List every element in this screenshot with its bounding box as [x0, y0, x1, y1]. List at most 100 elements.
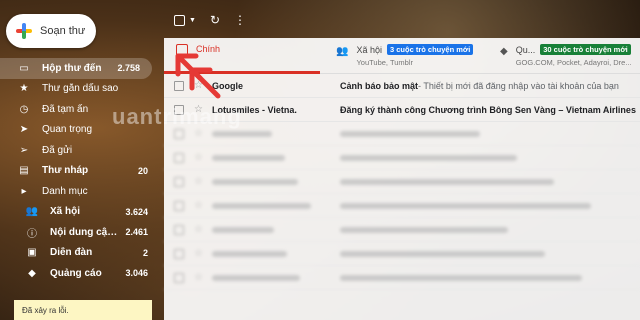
sidebar-item-count: 3.046 [125, 268, 148, 279]
sidebar-item-label: Đã tạm ẩn [42, 103, 89, 115]
sidebar-item-label: Xã hội [50, 206, 81, 218]
row-checkbox[interactable] [174, 104, 184, 115]
star-icon[interactable]: ☆ [194, 200, 204, 211]
star-icon[interactable]: ☆ [194, 176, 204, 187]
tab-social-badge: 3 cuộc trò chuyện mới [386, 44, 474, 55]
blurred-sender [212, 178, 340, 185]
tag-icon: ◆ [28, 267, 36, 279]
tab-social-label: Xã hội [356, 44, 382, 55]
chevron-down-icon[interactable]: ▼ [189, 17, 196, 24]
star-icon[interactable]: ☆ [194, 152, 204, 163]
row-checkbox[interactable] [174, 176, 184, 187]
people-icon: 👥 [336, 46, 349, 57]
sidebar-item-9[interactable]: ▣ Diễn đàn 2 [0, 243, 160, 264]
refresh-icon[interactable]: ↻ [210, 13, 220, 27]
tab-social-senders: YouTube, Tumblr [356, 58, 414, 67]
table-row[interactable]: ☆ Lotusmiles - Vietna. Đăng ký thành công … [164, 98, 640, 122]
draft-icon: ▤ [19, 165, 29, 177]
blurred-subject [340, 130, 480, 137]
sidebar-item-6[interactable]: ▸ Danh mục [0, 181, 160, 202]
star-icon[interactable]: ☆ [194, 80, 204, 91]
star-icon[interactable]: ☆ [194, 128, 204, 139]
sidebar-item-10[interactable]: ◆ Quảng cáo 3.046 [0, 263, 160, 284]
sidebar: Soạn thư ▭ Hộp thư đến 2.758 ★ Thư gắn dấu s… [0, 0, 160, 320]
email-snippet: - Thiết bị mới đã đăng nhập vào tài khoả… [418, 80, 619, 91]
table-row-blurred[interactable]: ☆ [164, 194, 640, 218]
tab-promotions-badge: 30 cuộc trò chuyện mới [540, 44, 631, 55]
row-checkbox[interactable] [174, 248, 184, 259]
sidebar-item-label: Danh mục [42, 185, 88, 197]
tab-promotions[interactable]: ◆ Qu... 30 cuộc trò chuyện mới GOG.COM, … [490, 38, 640, 73]
tag-icon: ◆ [500, 46, 508, 57]
row-checkbox[interactable] [174, 272, 184, 283]
send-icon: ➢ [19, 144, 29, 156]
sidebar-item-1[interactable]: ★ Thư gắn dấu sao [0, 79, 160, 100]
important-icon: ➤ [19, 124, 29, 136]
sidebar-item-label: Đã gửi [42, 144, 73, 156]
blurred-sender [212, 250, 340, 257]
table-row-blurred[interactable]: ☆ [164, 266, 640, 290]
tab-primary[interactable]: Chính [164, 38, 324, 74]
email-subject: Cảnh báo bảo mật [340, 80, 419, 91]
star-icon[interactable]: ☆ [194, 272, 204, 283]
toolbar: ▼ ↻ ⋮ [164, 0, 640, 40]
mail-panel: Chính 👥 Xã hội 3 cuộc trò chuyện mới You… [164, 38, 640, 320]
blurred-subject [340, 274, 582, 281]
plus-icon [16, 23, 32, 39]
blurred-sender [212, 154, 340, 161]
more-vert-icon[interactable]: ⋮ [234, 13, 246, 27]
sidebar-item-label: Quảng cáo [50, 267, 102, 279]
clock-icon: ◷ [19, 103, 29, 115]
sidebar-item-label: Thư gắn dấu sao [42, 83, 119, 95]
compose-label: Soạn thư [40, 25, 86, 37]
tab-promotions-label: Qu... [515, 44, 536, 55]
row-checkbox[interactable] [174, 152, 184, 163]
nav-list: ▭ Hộp thư đến 2.758 ★ Thư gắn dấu sao ◷ Đã tạm… [0, 58, 160, 284]
sidebar-item-5[interactable]: ▤ Thư nháp 20 [0, 161, 160, 182]
star-icon: ★ [19, 83, 29, 95]
row-checkbox[interactable] [174, 224, 184, 235]
sidebar-item-count: 2 [142, 247, 148, 258]
blurred-subject [340, 226, 508, 233]
table-row-blurred[interactable]: ☆ [164, 122, 640, 146]
table-row-blurred[interactable]: ☆ [164, 218, 640, 242]
row-checkbox[interactable] [174, 80, 184, 91]
sidebar-item-count: 3.624 [125, 206, 148, 217]
forum-icon: ▣ [27, 247, 37, 259]
blurred-subject [340, 250, 545, 257]
blurred-subject [340, 202, 591, 209]
table-row[interactable]: ☆ Google Cảnh báo bảo mật - Thiết bị mới đ… [164, 74, 640, 98]
sidebar-item-7[interactable]: 👥 Xã hội 3.624 [0, 202, 160, 223]
row-checkbox[interactable] [174, 200, 184, 211]
sidebar-item-label: Diễn đàn [50, 247, 93, 259]
star-icon[interactable]: ☆ [194, 104, 204, 115]
select-all-checkbox[interactable] [174, 14, 185, 26]
blurred-sender [212, 130, 340, 137]
sidebar-item-3[interactable]: ➤ Quan trọng [0, 120, 160, 141]
blurred-sender [212, 226, 340, 233]
star-icon[interactable]: ☆ [194, 248, 204, 259]
email-sender: Google [212, 80, 243, 91]
blurred-subject [340, 178, 554, 185]
people-icon: 👥 [25, 206, 39, 218]
sidebar-item-label: Thư nháp [42, 165, 89, 177]
email-list: ☆ Google Cảnh báo bảo mật - Thiết bị mới đ… [164, 74, 640, 290]
tab-promotions-senders: GOG.COM, Pocket, Adayroi, Dre... [515, 58, 632, 67]
star-icon[interactable]: ☆ [194, 224, 204, 235]
compose-button[interactable]: Soạn thư [6, 14, 96, 48]
tab-primary-label: Chính [196, 44, 221, 54]
sidebar-item-8[interactable]: ⓘ Nội dung cập ... 2.461 [0, 222, 160, 243]
sidebar-item-0[interactable]: ▭ Hộp thư đến 2.758 [0, 58, 152, 79]
table-row-blurred[interactable]: ☆ [164, 146, 640, 170]
sidebar-item-label: Hộp thư đến [42, 62, 102, 74]
tab-social[interactable]: 👥 Xã hội 3 cuộc trò chuyện mới YouTube, … [324, 38, 490, 73]
table-row-blurred[interactable]: ☆ [164, 242, 640, 266]
blurred-sender [212, 202, 340, 209]
row-checkbox[interactable] [174, 128, 184, 139]
sidebar-item-4[interactable]: ➢ Đã gửi [0, 140, 160, 161]
blurred-subject [340, 154, 517, 161]
sidebar-item-2[interactable]: ◷ Đã tạm ẩn [0, 99, 160, 120]
table-row-blurred[interactable]: ☆ [164, 170, 640, 194]
inbox-icon: ▭ [19, 62, 29, 74]
sidebar-item-count: 2.758 [117, 63, 140, 74]
